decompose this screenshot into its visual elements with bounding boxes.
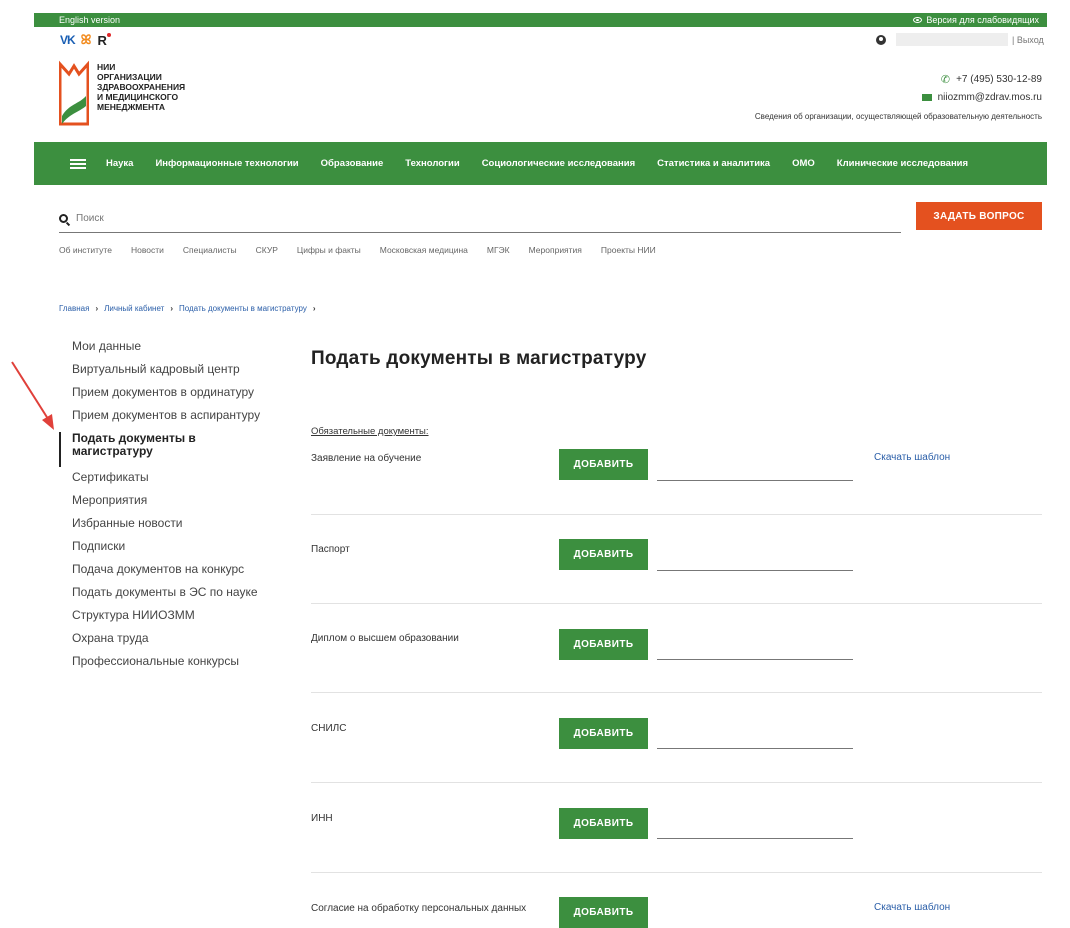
doc-label: Паспорт: [311, 544, 350, 555]
nav-item-statistics[interactable]: Статистика и аналитика: [657, 158, 770, 169]
legal-info-link[interactable]: Сведения об организации, осуществляющей …: [755, 112, 1042, 121]
menu-icon[interactable]: [70, 158, 86, 169]
sidebar-item-subscriptions[interactable]: Подписки: [59, 538, 260, 561]
site-logo[interactable]: НИИ ОРГАНИЗАЦИИ ЗДРАВООХРАНЕНИЯ И МЕДИЦИ…: [59, 60, 185, 130]
divider: [311, 603, 1042, 604]
nav-item-education[interactable]: Образование: [321, 158, 384, 169]
doc-label: Заявление на обучение: [311, 453, 422, 464]
sidebar-item-certificates[interactable]: Сертификаты: [59, 469, 260, 492]
vision-impaired-link[interactable]: Версия для слабовидящих: [913, 15, 1039, 25]
nav-item-sociology[interactable]: Социологические исследования: [482, 158, 635, 169]
logout-link[interactable]: | Выход: [1012, 35, 1044, 45]
red-arrow-icon: [11, 361, 54, 430]
download-template-link[interactable]: Скачать шаблон: [874, 902, 950, 913]
sidebar-item-labor-safety[interactable]: Охрана труда: [59, 630, 260, 653]
vk-icon[interactable]: VK: [60, 33, 76, 47]
file-input[interactable]: [657, 748, 853, 749]
sidebar-item-residency[interactable]: Прием документов в ординатуру: [59, 384, 260, 407]
file-input[interactable]: [657, 570, 853, 571]
mail-icon: [921, 93, 932, 101]
file-input[interactable]: [657, 659, 853, 660]
phone-icon: ✆: [940, 73, 951, 86]
contacts: ✆ +7 (495) 530-12-89 niiozmm@zdrav.mos.r…: [755, 70, 1042, 122]
add-button[interactable]: ДОБАВИТЬ: [559, 449, 648, 480]
search-input[interactable]: [76, 212, 476, 224]
breadcrumb-home[interactable]: Главная: [59, 304, 89, 313]
nav-item-science[interactable]: Наука: [106, 158, 133, 169]
logo-mark-icon: [59, 60, 89, 126]
add-button[interactable]: ДОБАВИТЬ: [559, 629, 648, 660]
sidebar-item-my-data[interactable]: Мои данные: [59, 338, 260, 361]
sidebar-item-postgraduate[interactable]: Прием документов в аспирантуру: [59, 407, 260, 430]
nav-item-technologies[interactable]: Технологии: [405, 158, 459, 169]
user-box: | Выход: [876, 33, 1044, 46]
subnav-projects[interactable]: Проекты НИИ: [601, 245, 656, 255]
breadcrumb: Главная › Личный кабинет › Подать докуме…: [59, 304, 316, 313]
user-icon[interactable]: [876, 34, 886, 45]
sidebar-item-contest-docs[interactable]: Подача документов на конкурс: [59, 561, 260, 584]
doc-label: Согласие на обработку персональных данны…: [311, 903, 527, 914]
sidebar: Мои данные Виртуальный кадровый центр Пр…: [59, 338, 260, 676]
add-button[interactable]: ДОБАВИТЬ: [559, 539, 648, 570]
phone-number[interactable]: +7 (495) 530-12-89: [956, 74, 1042, 85]
file-input[interactable]: [657, 838, 853, 839]
add-button[interactable]: ДОБАВИТЬ: [559, 808, 648, 839]
top-bar: English version Версия для слабовидящих: [34, 13, 1047, 27]
nav-item-omo[interactable]: ОМО: [792, 158, 815, 169]
subnav-news[interactable]: Новости: [131, 245, 164, 255]
ask-question-button[interactable]: ЗАДАТЬ ВОПРОС: [916, 202, 1042, 230]
breadcrumb-cabinet[interactable]: Личный кабинет: [104, 304, 164, 313]
add-button[interactable]: ДОБАВИТЬ: [559, 897, 648, 928]
add-button[interactable]: ДОБАВИТЬ: [559, 718, 648, 749]
chevron-right-icon: ›: [170, 304, 173, 313]
subnav-events[interactable]: Мероприятия: [529, 245, 582, 255]
nav-item-clinical[interactable]: Клинические исследования: [837, 158, 968, 169]
subnav-skur[interactable]: СКУР: [256, 245, 278, 255]
doc-label: ИНН: [311, 813, 333, 824]
email-link[interactable]: niiozmm@zdrav.mos.ru: [938, 92, 1042, 103]
chevron-right-icon: ›: [312, 304, 316, 313]
divider: [311, 514, 1042, 515]
page-title: Подать документы в магистратуру: [311, 348, 647, 369]
divider: [311, 872, 1042, 873]
subnav-about[interactable]: Об институте: [59, 245, 112, 255]
eye-icon: [913, 17, 923, 23]
subnav-specialists[interactable]: Специалисты: [183, 245, 237, 255]
divider: [311, 692, 1042, 693]
english-version-link[interactable]: English version: [59, 15, 120, 25]
rutube-icon[interactable]: R: [98, 32, 112, 48]
sidebar-item-structure[interactable]: Структура НИИОЗММ: [59, 607, 260, 630]
sidebar-item-hr-center[interactable]: Виртуальный кадровый центр: [59, 361, 260, 384]
main-nav: Наука Информационные технологии Образова…: [34, 142, 1047, 185]
download-template-link[interactable]: Скачать шаблон: [874, 452, 950, 463]
nav-item-it[interactable]: Информационные технологии: [155, 158, 298, 169]
user-name-redacted: [896, 33, 1008, 46]
social-links: VK ꕤ R: [60, 32, 112, 48]
doc-label: Диплом о высшем образовании: [311, 633, 459, 644]
subnav-facts[interactable]: Цифры и факты: [297, 245, 361, 255]
breadcrumb-current[interactable]: Подать документы в магистратуру: [179, 304, 307, 313]
sidebar-item-favorite-news[interactable]: Избранные новости: [59, 515, 260, 538]
file-input[interactable]: [657, 480, 853, 481]
required-docs-label: Обязательные документы:: [311, 426, 429, 437]
subnav-mgek[interactable]: МГЭК: [487, 245, 510, 255]
sidebar-item-events[interactable]: Мероприятия: [59, 492, 260, 515]
logo-text: НИИ ОРГАНИЗАЦИИ ЗДРАВООХРАНЕНИЯ И МЕДИЦИ…: [97, 62, 186, 112]
search-bar: [59, 204, 901, 233]
search-icon[interactable]: [59, 213, 68, 223]
odnoklassniki-icon[interactable]: ꕤ: [81, 32, 92, 48]
subnav-moscow-medicine[interactable]: Московская медицина: [380, 245, 468, 255]
sidebar-item-masters[interactable]: Подать документы в магистратуру: [59, 432, 259, 467]
sidebar-item-science-council[interactable]: Подать документы в ЭС по науке: [59, 584, 260, 607]
divider: [311, 782, 1042, 783]
vision-impaired-label: Версия для слабовидящих: [926, 15, 1039, 25]
doc-label: СНИЛС: [311, 723, 347, 734]
sidebar-item-contests[interactable]: Профессиональные конкурсы: [59, 653, 260, 676]
chevron-right-icon: ›: [95, 304, 99, 313]
sub-nav: Об институте Новости Специалисты СКУР Ци…: [59, 245, 656, 255]
